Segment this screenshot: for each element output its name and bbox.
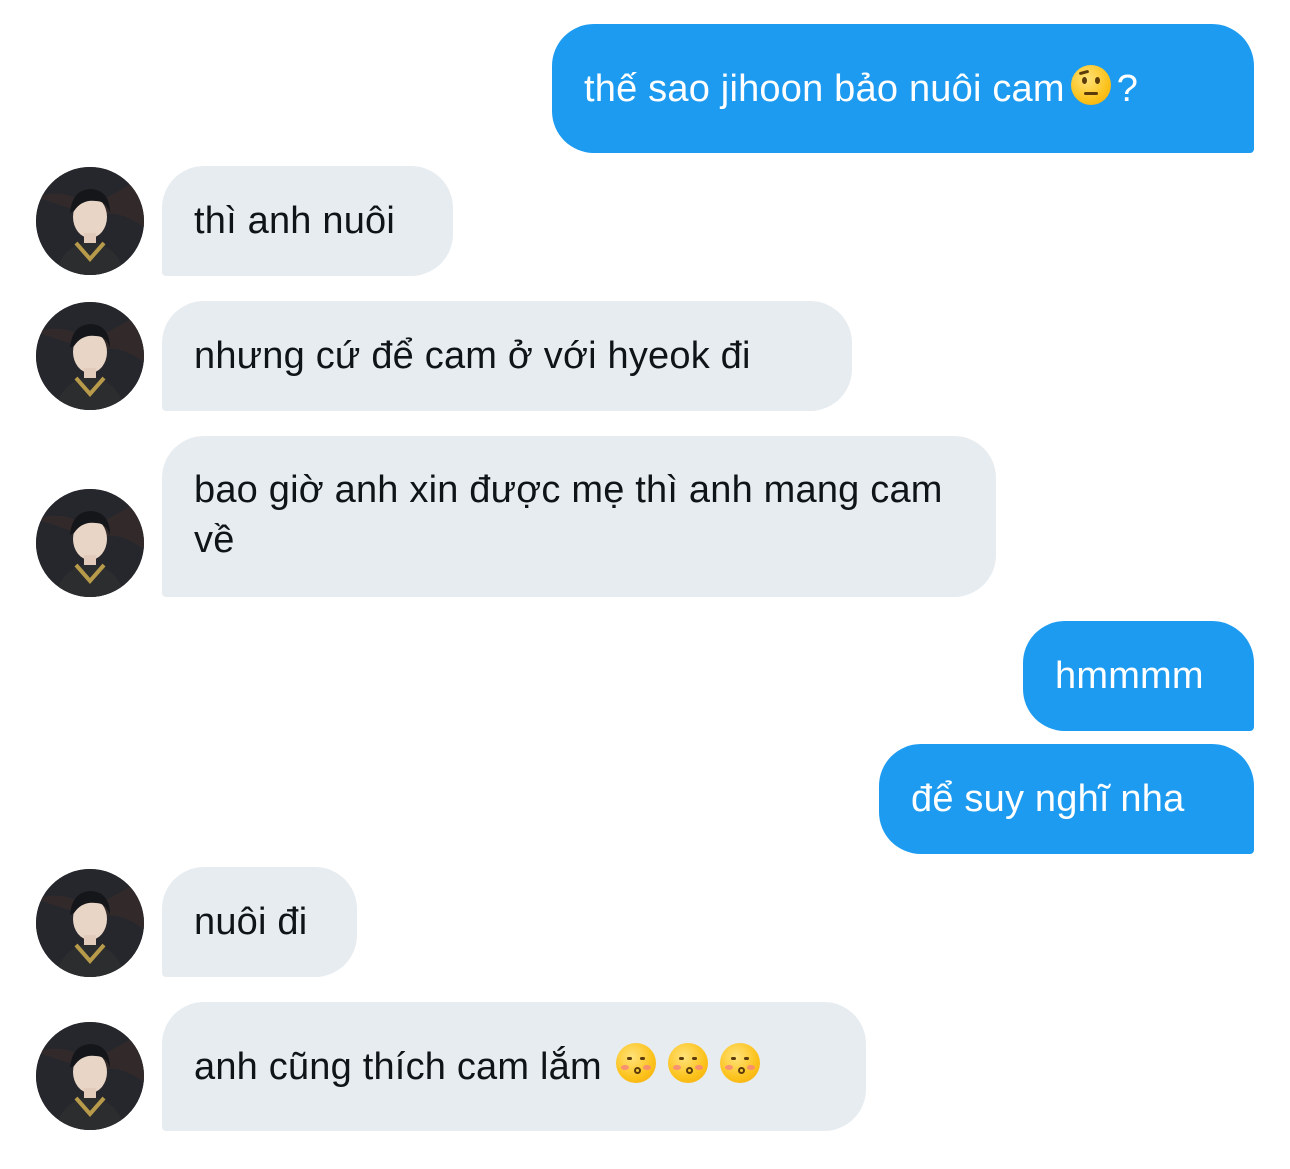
message-bubble-incoming[interactable]: bao giờ anh xin được mẹ thì anh mang cam…: [162, 436, 996, 597]
avatar[interactable]: [36, 167, 144, 275]
message-bubble-outgoing[interactable]: hmmmm: [1023, 621, 1254, 731]
message-text: nhưng cứ để cam ở với hyeok đi: [194, 335, 751, 377]
message-text: anh cũng thích cam lắm: [194, 1002, 834, 1131]
message-text-content: thế sao jihoon bảo nuôi cam: [584, 67, 1065, 110]
avatar[interactable]: [36, 869, 144, 977]
message-bubble-incoming[interactable]: thì anh nuôi: [162, 166, 453, 276]
message-text: hmmmm: [1055, 655, 1204, 697]
face-with-raised-eyebrow-icon: [1070, 64, 1111, 105]
message-text: thì anh nuôi: [194, 200, 396, 242]
message-bubble-outgoing[interactable]: để suy nghĩ nha: [879, 744, 1254, 854]
kissing-face-with-smiling-eyes-icon: [667, 1042, 708, 1083]
message-text: để suy nghĩ nha: [911, 778, 1185, 820]
avatar[interactable]: [36, 1022, 144, 1130]
message-text: thế sao jihoon bảo nuôi cam ?: [584, 24, 1222, 153]
message-text-suffix: ?: [1116, 67, 1139, 110]
message-bubble-outgoing[interactable]: thế sao jihoon bảo nuôi cam ?: [552, 24, 1254, 153]
message-text: bao giờ anh xin được mẹ thì anh mang cam…: [194, 469, 943, 561]
conversation-thread: thế sao jihoon bảo nuôi cam ? thì anh nu…: [0, 0, 1290, 1169]
message-bubble-incoming[interactable]: anh cũng thích cam lắm: [162, 1002, 866, 1131]
message-bubble-incoming[interactable]: nhưng cứ để cam ở với hyeok đi: [162, 301, 852, 411]
kissing-face-with-smiling-eyes-icon: [615, 1042, 656, 1083]
message-text: nuôi đi: [194, 901, 308, 943]
kissing-face-with-smiling-eyes-icon: [719, 1042, 760, 1083]
message-text-content: anh cũng thích cam lắm: [194, 1045, 602, 1088]
message-bubble-incoming[interactable]: nuôi đi: [162, 867, 357, 977]
avatar[interactable]: [36, 302, 144, 410]
avatar[interactable]: [36, 489, 144, 597]
